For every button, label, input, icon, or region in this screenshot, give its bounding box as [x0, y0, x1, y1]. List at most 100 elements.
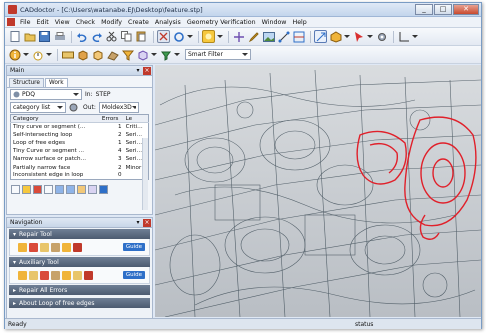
trim-icon[interactable] [51, 270, 60, 280]
repair-icon[interactable] [33, 184, 42, 194]
dropdown-chevron-icon[interactable] [46, 48, 52, 61]
section-repair-all-errors[interactable]: ▸ Repair All Errors [9, 285, 150, 295]
delete-icon[interactable] [73, 242, 82, 252]
filter-icon[interactable] [121, 48, 134, 61]
measure-icon[interactable] [277, 30, 290, 43]
pin-icon[interactable]: ▾ [134, 67, 142, 75]
section-icon[interactable] [292, 30, 305, 43]
highlight-icon[interactable] [202, 30, 215, 43]
table-row[interactable]: Inconsistent edge in loop 0 [11, 172, 149, 180]
copy-icon[interactable] [120, 30, 133, 43]
close-button[interactable]: ✕ [453, 3, 479, 15]
tab-structure[interactable]: Structure [9, 78, 44, 87]
pencil-icon[interactable] [18, 270, 27, 280]
maximize-button[interactable]: □ [434, 3, 452, 15]
close-icon[interactable] [84, 270, 93, 280]
menu-check[interactable]: Check [73, 19, 98, 26]
pointer-icon[interactable] [352, 30, 365, 43]
next-icon[interactable] [99, 184, 108, 194]
fit-view-icon[interactable] [314, 30, 327, 43]
menu-edit[interactable]: Edit [34, 19, 52, 26]
list-icon[interactable] [44, 184, 53, 194]
lines-icon[interactable] [29, 270, 38, 280]
paste-icon[interactable] [135, 30, 148, 43]
minimize-button[interactable]: _ [415, 3, 433, 15]
table-row[interactable]: Partially narrow face 2 Minor [11, 163, 149, 171]
dropdown-chevron-icon[interactable] [187, 30, 193, 43]
guide-button[interactable]: Guide [122, 271, 145, 279]
fill-icon[interactable] [18, 242, 27, 252]
section-auxiliary-tool[interactable]: ▾ Auxiliary Tool [9, 257, 150, 267]
transform-icon[interactable] [232, 30, 245, 43]
dropdown-chevron-icon[interactable] [412, 30, 418, 43]
refresh-icon[interactable] [172, 30, 185, 43]
panel-close-icon[interactable]: × [143, 66, 151, 75]
undo-icon[interactable] [75, 30, 88, 43]
print-icon[interactable] [53, 30, 66, 43]
view-cube-icon[interactable] [329, 30, 342, 43]
output-format-select[interactable]: Moldex3D [98, 102, 139, 113]
search-icon[interactable] [11, 184, 20, 194]
menu-help[interactable]: Help [289, 19, 309, 26]
panel-close-icon[interactable]: × [143, 218, 151, 227]
category-select[interactable]: category list [10, 102, 66, 113]
box-open-icon[interactable] [91, 48, 104, 61]
dropdown-chevron-icon[interactable] [174, 48, 180, 61]
highlight-icon[interactable] [22, 184, 31, 194]
guide-button[interactable]: Guide [122, 243, 145, 251]
cut-icon[interactable] [105, 30, 118, 43]
menu-window[interactable]: Window [259, 19, 290, 26]
col-level[interactable]: Le [123, 114, 149, 123]
table-scrollbar[interactable] [142, 138, 148, 210]
tab-work[interactable]: Work [44, 78, 68, 87]
box-icon[interactable] [76, 48, 89, 61]
export-icon[interactable] [77, 184, 86, 194]
arrow-down-icon[interactable] [66, 184, 75, 194]
table-row[interactable]: Tiny curve or segment (… 1 Criti… [11, 123, 149, 131]
redo-icon[interactable] [90, 30, 103, 43]
merge-icon[interactable] [62, 242, 71, 252]
col-category[interactable]: Category [10, 114, 100, 123]
section-repair-tool[interactable]: ▾ Repair Tool [9, 229, 150, 239]
menu-file[interactable]: File [17, 19, 34, 26]
cad-viewport[interactable] [155, 65, 481, 317]
filter-icon[interactable] [88, 184, 97, 194]
curve-icon[interactable] [40, 270, 49, 280]
cut-icon[interactable] [73, 270, 82, 280]
edge-icon[interactable] [40, 242, 49, 252]
check-icon[interactable] [157, 30, 170, 43]
open-folder-icon[interactable] [23, 30, 36, 43]
stitch-icon[interactable] [29, 242, 38, 252]
dropdown-chevron-icon[interactable] [367, 30, 373, 43]
menu-analysis[interactable]: Analysis [152, 19, 184, 26]
source-format-select[interactable]: PDQ [10, 89, 82, 100]
dropdown-chevron-icon[interactable] [217, 30, 223, 43]
table-row[interactable]: Loop of free edges 1 Seri… [11, 139, 149, 147]
extend-icon[interactable] [62, 270, 71, 280]
ruler-icon[interactable] [61, 48, 74, 61]
menu-geometry-verification[interactable]: Geometry Verification [184, 19, 259, 26]
section-about[interactable]: ▸ About Loop of free edges [9, 298, 150, 308]
new-file-icon[interactable] [8, 30, 21, 43]
surface-icon[interactable] [51, 242, 60, 252]
axis-icon[interactable] [397, 30, 410, 43]
table-row[interactable]: Self-intersecting loop 2 Seri… [11, 131, 149, 139]
surface-icon[interactable] [106, 48, 119, 61]
image-icon[interactable] [262, 30, 275, 43]
pin-icon[interactable]: ▾ [134, 219, 142, 227]
smart-filter-select[interactable]: Smart Filter [185, 49, 251, 60]
arrow-up-icon[interactable] [55, 184, 64, 194]
table-row[interactable]: Tiny Curve or segment … 4 Seri… [11, 147, 149, 155]
dropdown-chevron-icon[interactable] [23, 48, 29, 61]
info-icon[interactable] [8, 48, 21, 61]
dropdown-chevron-icon[interactable] [151, 48, 157, 61]
settings-gear-icon[interactable] [68, 103, 78, 113]
color-filter-icon[interactable] [159, 48, 172, 61]
col-errors[interactable]: Errors [99, 114, 124, 123]
settings-gear-icon[interactable] [375, 30, 388, 43]
table-row[interactable]: Narrow surface or patch… 3 Seri… [11, 155, 149, 163]
menu-view[interactable]: View [52, 19, 73, 26]
menu-modify[interactable]: Modify [98, 19, 125, 26]
menu-create[interactable]: Create [125, 19, 152, 26]
save-icon[interactable] [38, 30, 51, 43]
